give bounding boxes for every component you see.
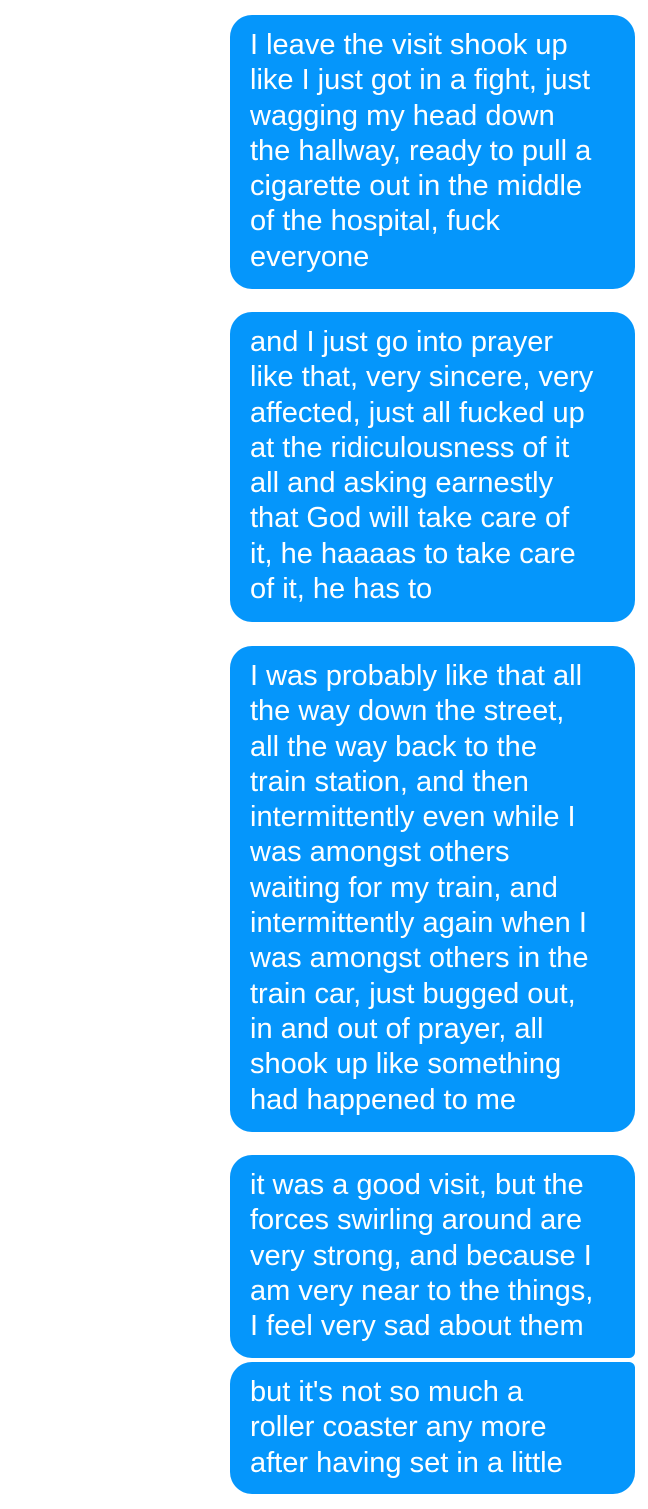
message-thread: I leave the visit shook up like I just g… — [0, 0, 648, 1509]
sent-message-bubble[interactable]: and I just go into prayer like that, ver… — [230, 312, 635, 622]
sent-message-bubble[interactable]: but it's not so much a roller coaster an… — [230, 1362, 635, 1494]
sent-message-bubble[interactable]: I leave the visit shook up like I just g… — [230, 15, 635, 289]
sent-message-bubble[interactable]: I was probably like that all the way dow… — [230, 646, 635, 1132]
sent-message-bubble[interactable]: it was a good visit, but the forces swir… — [230, 1155, 635, 1358]
